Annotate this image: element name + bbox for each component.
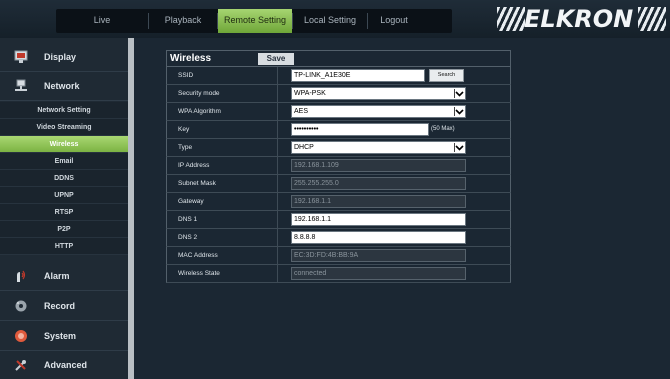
select-value: AES [294, 108, 309, 115]
brand-logo: ELKRON [497, 4, 667, 34]
ssid-input[interactable]: TP-LINK_A1E30E [291, 69, 425, 82]
security-mode-select[interactable]: WPA-PSK [291, 87, 466, 100]
field-label: DNS 2 [167, 229, 278, 246]
subnet-mask-row: Subnet Mask 255.255.255.0 [166, 175, 511, 193]
tools-icon [15, 360, 26, 371]
panel-title: Wireless [170, 53, 212, 64]
mac-address-input: EC:3D:FD:4B:BB:9A [291, 249, 466, 262]
sidebar-item-display[interactable]: Display [0, 43, 128, 72]
field-label: Subnet Mask [167, 175, 278, 192]
sidebar-subitem-rtsp[interactable]: RTSP [0, 204, 128, 221]
monitor-icon [14, 50, 28, 63]
ssid-row: SSID TP-LINK_A1E30E Search [166, 67, 511, 85]
tab-logout[interactable]: Logout [368, 9, 420, 33]
logo-stripes-right [638, 7, 666, 31]
key-max-hint: (50 Max) [431, 126, 455, 132]
wireless-state-input: connected [291, 267, 466, 280]
sidebar-subitem-email[interactable]: Email [0, 153, 128, 170]
sidebar-item-alarm[interactable]: Alarm [0, 262, 128, 291]
field-label: SSID [167, 67, 278, 84]
gateway-row: Gateway 192.168.1.1 [166, 193, 511, 211]
field-label: Type [167, 139, 278, 156]
sidebar-item-label: Network [44, 81, 80, 91]
sidebar-item-network[interactable]: Network [0, 72, 128, 101]
key-row: Key •••••••••• (50 Max) [166, 121, 511, 139]
type-select[interactable]: DHCP [291, 141, 466, 154]
save-button[interactable]: Save [258, 53, 294, 65]
sidebar-item-label: System [44, 331, 77, 341]
wireless-panel: Wireless Save SSID TP-LINK_A1E30E Search… [166, 50, 511, 290]
tab-remote-setting[interactable]: Remote Setting [218, 9, 292, 33]
panel-header: Wireless Save [166, 50, 511, 67]
sidebar-item-advanced[interactable]: Advanced [0, 351, 128, 379]
sidebar-subitem-http[interactable]: HTTP [0, 238, 128, 255]
subnet-mask-input: 255.255.255.0 [291, 177, 466, 190]
dns2-input[interactable]: 8.8.8.8 [291, 231, 466, 244]
ip-address-row: IP Address 192.168.1.109 [166, 157, 511, 175]
select-value: WPA-PSK [294, 90, 326, 97]
gateway-input: 192.168.1.1 [291, 195, 466, 208]
logo-text: ELKRON [524, 5, 634, 33]
field-label: MAC Address [167, 247, 278, 264]
logo-stripes-left [497, 7, 525, 31]
search-button[interactable]: Search [429, 69, 464, 82]
network-icon [15, 79, 27, 91]
dns1-row: DNS 1 192.168.1.1 [166, 211, 511, 229]
field-label: IP Address [167, 157, 278, 174]
sidebar-subitem-wireless[interactable]: Wireless [0, 136, 128, 153]
sidebar-item-label: Alarm [44, 271, 70, 281]
field-label: Gateway [167, 193, 278, 210]
alarm-icon [17, 270, 26, 282]
sidebar-item-system[interactable]: System [0, 322, 128, 351]
key-password-input[interactable]: •••••••••• [291, 123, 429, 136]
dns2-row: DNS 2 8.8.8.8 [166, 229, 511, 247]
dns1-input[interactable]: 192.168.1.1 [291, 213, 466, 226]
wpa-algorithm-row: WPA Algorithm AES [166, 103, 511, 121]
system-icon [15, 330, 27, 342]
mac-address-row: MAC Address EC:3D:FD:4B:BB:9A [166, 247, 511, 265]
sidebar-subitem-network-setting[interactable]: Network Setting [0, 102, 128, 119]
top-bar: Live Playback Remote Setting Local Setti… [0, 0, 670, 38]
ip-address-input: 192.168.1.109 [291, 159, 466, 172]
chevron-down-icon [454, 89, 464, 98]
sidebar-item-label: Advanced [44, 360, 88, 370]
tab-local-setting[interactable]: Local Setting [293, 9, 367, 33]
record-icon [15, 300, 27, 312]
chevron-down-icon [454, 107, 464, 116]
wireless-state-row: Wireless State connected [166, 265, 511, 283]
wpa-algorithm-select[interactable]: AES [291, 105, 466, 118]
sidebar-subitem-p2p[interactable]: P2P [0, 221, 128, 238]
sidebar-scrollbar[interactable] [128, 38, 134, 379]
sidebar-subitem-ddns[interactable]: DDNS [0, 170, 128, 187]
tab-live[interactable]: Live [56, 9, 148, 33]
sidebar-item-record[interactable]: Record [0, 292, 128, 321]
sidebar: Display Network Network Setting Video St… [0, 38, 128, 379]
field-label: Wireless State [167, 265, 278, 282]
field-label: Key [167, 121, 278, 138]
chevron-down-icon [454, 143, 464, 152]
security-mode-row: Security mode WPA-PSK [166, 85, 511, 103]
sidebar-item-label: Display [44, 52, 77, 62]
tab-playback[interactable]: Playback [149, 9, 217, 33]
field-label: DNS 1 [167, 211, 278, 228]
field-label: WPA Algorithm [167, 103, 278, 120]
type-row: Type DHCP [166, 139, 511, 157]
sidebar-subitem-video-streaming[interactable]: Video Streaming [0, 119, 128, 136]
select-value: DHCP [294, 144, 314, 151]
main-nav: Live Playback Remote Setting Local Setti… [56, 9, 452, 33]
sidebar-subitem-upnp[interactable]: UPNP [0, 187, 128, 204]
sidebar-item-label: Record [44, 301, 76, 311]
field-label: Security mode [167, 85, 278, 102]
